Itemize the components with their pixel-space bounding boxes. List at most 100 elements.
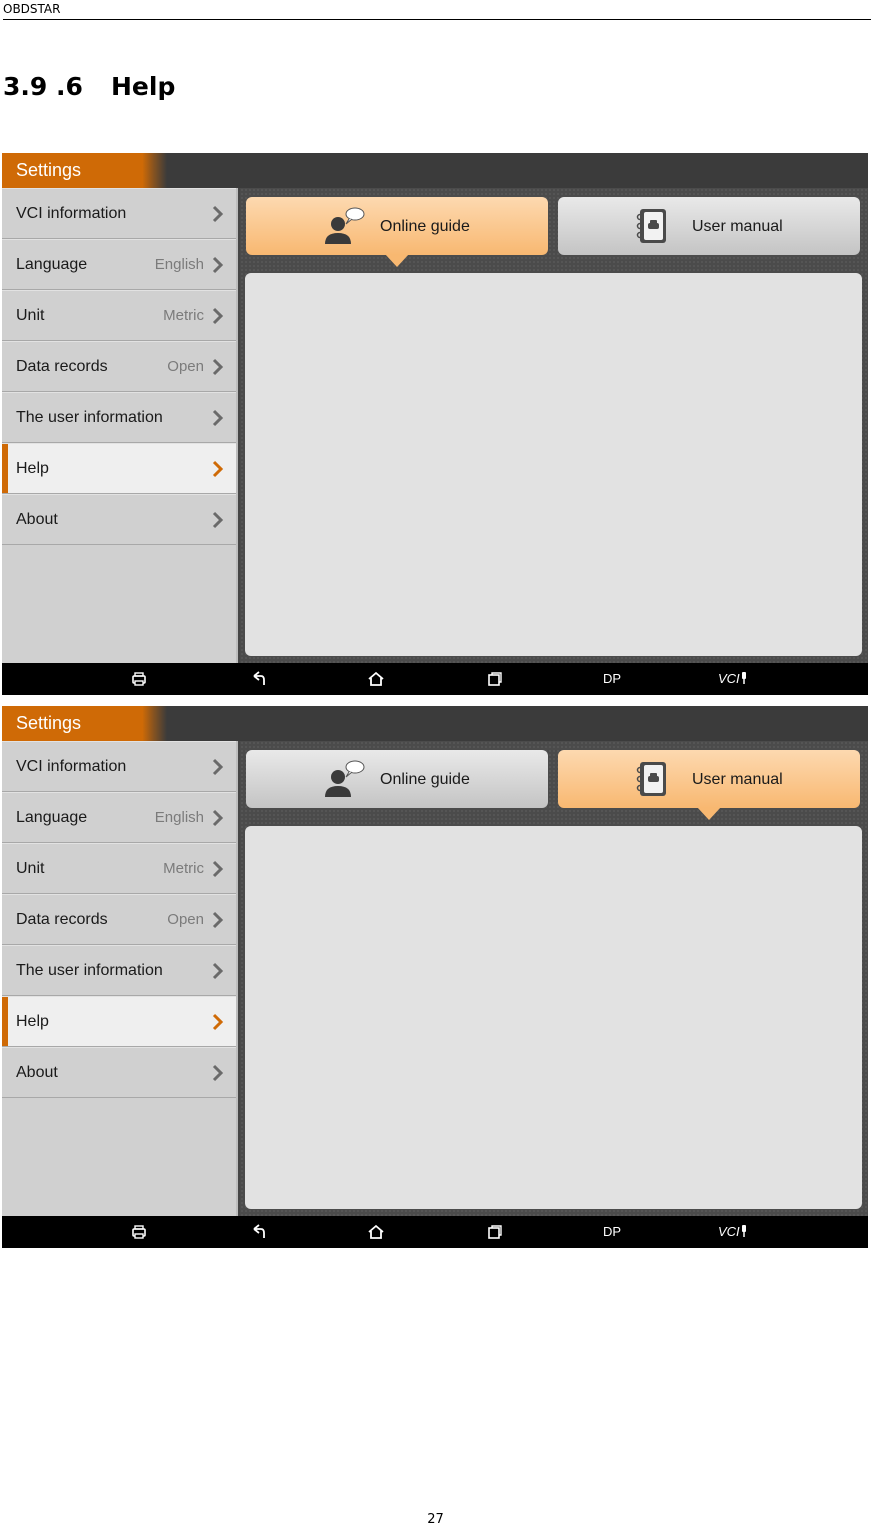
menu-label: About [16,1064,58,1081]
back-icon[interactable] [250,1223,268,1241]
back-icon[interactable] [250,670,268,688]
user-manual-tab[interactable]: User manual [558,197,860,255]
vci-status[interactable]: VCI [718,671,748,686]
chevron-right-icon [212,256,224,274]
settings-sidebar: VCI information Language English Unit Me… [2,188,238,663]
online-guide-tab[interactable]: Online guide [246,750,548,808]
online-guide-label: Online guide [380,218,470,235]
home-icon[interactable] [367,1223,385,1241]
chevron-right-icon [212,205,224,223]
menu-value: Open [167,358,204,375]
menu-item-vci-information[interactable]: VCI information [2,188,236,239]
menu-label: Unit [16,307,45,324]
menu-label: Unit [16,860,45,877]
settings-title: Settings [16,160,82,180]
settings-title-tab: Settings [2,706,167,741]
chevron-right-icon [212,911,224,929]
vci-connector-icon [741,672,746,684]
menu-item-help[interactable]: Help [2,443,236,494]
chevron-right-icon [212,1064,224,1082]
chevron-right-icon [212,358,224,376]
chevron-right-icon [212,809,224,827]
menu-item-about[interactable]: About [2,1047,236,1098]
vci-label: VCI [718,671,740,686]
online-guide-person-icon [325,760,365,797]
recent-apps-icon[interactable] [486,670,504,688]
settings-title: Settings [16,713,82,733]
recent-apps-icon[interactable] [486,1223,504,1241]
android-nav-bar: DP VCI [2,1216,868,1248]
user-manual-label: User manual [692,218,783,235]
menu-value: Metric [163,860,204,877]
online-guide-label: Online guide [380,771,470,788]
menu-value: English [154,809,204,826]
chevron-right-icon [212,409,224,427]
menu-label: The user information [16,409,163,426]
vci-label: VCI [718,1224,740,1239]
home-icon[interactable] [367,670,385,688]
section-title: 3.9 .6 Help [3,72,175,101]
menu-label: Help [16,460,49,477]
dp-label[interactable]: DP [603,1224,621,1239]
user-manual-book-icon [636,209,666,243]
menu-label: VCI information [16,205,127,222]
menu-value: Open [167,911,204,928]
online-guide-person-icon [325,207,365,244]
menu-label: Data records [16,911,108,928]
chevron-right-icon [212,860,224,878]
chevron-right-icon [212,511,224,529]
title-bar: Settings [2,706,868,741]
help-content-area: Online guide User manual [240,188,868,663]
page-header: OBDSTAR [3,0,871,20]
settings-sidebar: VCI information Language English Unit Me… [2,741,238,1216]
menu-label: Language [16,256,88,273]
user-manual-label: User manual [692,771,783,788]
page-number: 27 [427,1512,444,1527]
help-content-panel [245,273,862,656]
menu-item-about[interactable]: About [2,494,236,545]
vci-status[interactable]: VCI [718,1224,748,1239]
menu-value: Metric [163,307,204,324]
screenshot-online-guide: Settings VCI information Language Englis… [2,153,868,695]
user-manual-tab[interactable]: User manual [558,750,860,808]
menu-label: VCI information [16,758,127,775]
printer-icon[interactable] [130,1223,148,1241]
menu-item-unit[interactable]: Unit Metric [2,290,236,341]
chevron-right-icon [212,758,224,776]
menu-value: English [154,256,204,273]
title-bar: Settings [2,153,868,188]
menu-item-help[interactable]: Help [2,996,236,1047]
section-number: 3.9 .6 [3,72,83,101]
menu-label: About [16,511,58,528]
online-guide-tab[interactable]: Online guide [246,197,548,255]
chevron-right-icon [212,1013,224,1031]
menu-item-data-records[interactable]: Data records Open [2,341,236,392]
settings-title-tab: Settings [2,153,167,188]
chevron-right-icon [212,307,224,325]
vci-connector-icon [741,1225,746,1237]
menu-label: Language [16,809,88,826]
menu-label: The user information [16,962,163,979]
menu-item-vci-information[interactable]: VCI information [2,741,236,792]
printer-icon[interactable] [130,670,148,688]
user-manual-book-icon [636,762,666,796]
screenshot-user-manual: Settings VCI information Language Englis… [2,706,868,1248]
menu-item-language[interactable]: Language English [2,239,236,290]
chevron-right-icon [212,962,224,980]
dp-label[interactable]: DP [603,671,621,686]
menu-item-user-information[interactable]: The user information [2,392,236,443]
menu-label: Help [16,1013,49,1030]
menu-item-language[interactable]: Language English [2,792,236,843]
active-tab-pointer [697,807,721,820]
menu-item-unit[interactable]: Unit Metric [2,843,236,894]
menu-item-user-information[interactable]: The user information [2,945,236,996]
menu-label: Data records [16,358,108,375]
android-nav-bar: DP VCI [2,663,868,695]
chevron-right-icon [212,460,224,478]
help-content-panel [245,826,862,1209]
active-tab-pointer [385,254,409,267]
menu-item-data-records[interactable]: Data records Open [2,894,236,945]
help-content-area: Online guide User manual [240,741,868,1216]
header-brand: OBDSTAR [3,2,61,16]
section-heading: Help [111,72,176,101]
